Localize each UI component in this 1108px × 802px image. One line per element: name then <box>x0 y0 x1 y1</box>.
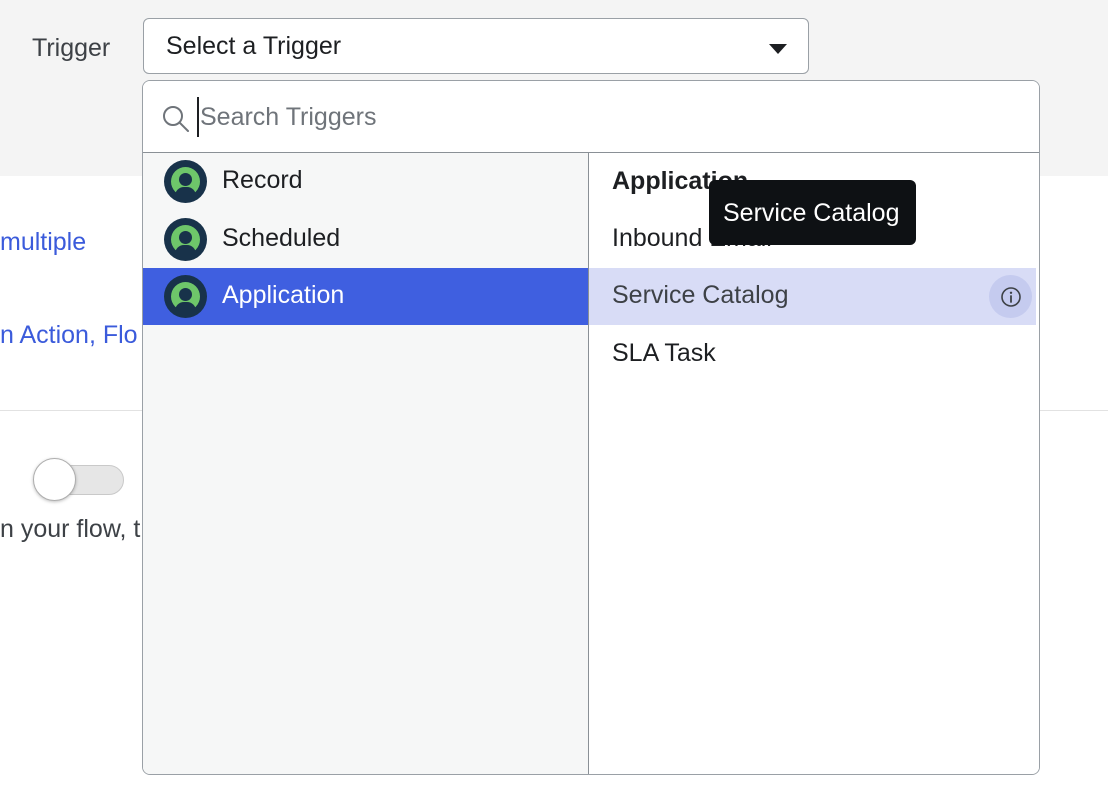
trigger-item-label: SLA Task <box>612 339 716 367</box>
info-icon <box>1001 287 1021 307</box>
trigger-option-list: Application Inbound Email Service Catalo… <box>589 153 1039 774</box>
info-button[interactable] <box>989 275 1032 318</box>
trigger-select[interactable]: Select a Trigger <box>143 18 809 74</box>
trigger-category-list: Record Scheduled Application <box>143 153 589 774</box>
trigger-item-label: Service Catalog <box>612 281 789 309</box>
tooltip-text: Service Catalog <box>723 199 900 227</box>
chevron-down-icon <box>769 44 787 54</box>
application-logo-icon <box>164 275 207 318</box>
category-label: Scheduled <box>222 224 341 252</box>
search-icon <box>163 106 189 132</box>
category-item-record[interactable]: Record <box>143 153 588 210</box>
category-item-application[interactable]: Application <box>143 268 588 325</box>
background-link-multiple[interactable]: multiple <box>0 228 86 257</box>
trigger-select-value: Select a Trigger <box>166 32 342 60</box>
category-label: Record <box>222 166 303 194</box>
application-logo-icon <box>164 160 207 203</box>
toggle-knob[interactable] <box>33 458 76 501</box>
background-link-action-flow[interactable]: n Action, Flo <box>0 321 138 350</box>
trigger-label: Trigger <box>32 34 111 62</box>
trigger-item-service-catalog[interactable]: Service Catalog <box>589 268 1036 325</box>
tooltip: Service Catalog <box>709 180 916 245</box>
category-item-scheduled[interactable]: Scheduled <box>143 211 588 268</box>
category-label: Application <box>222 281 345 309</box>
trigger-item-sla-task[interactable]: SLA Task <box>589 326 1036 383</box>
application-logo-icon <box>164 218 207 261</box>
background-description-text: n your flow, t <box>0 515 141 543</box>
search-row <box>143 81 1039 153</box>
search-input[interactable] <box>197 97 1017 137</box>
